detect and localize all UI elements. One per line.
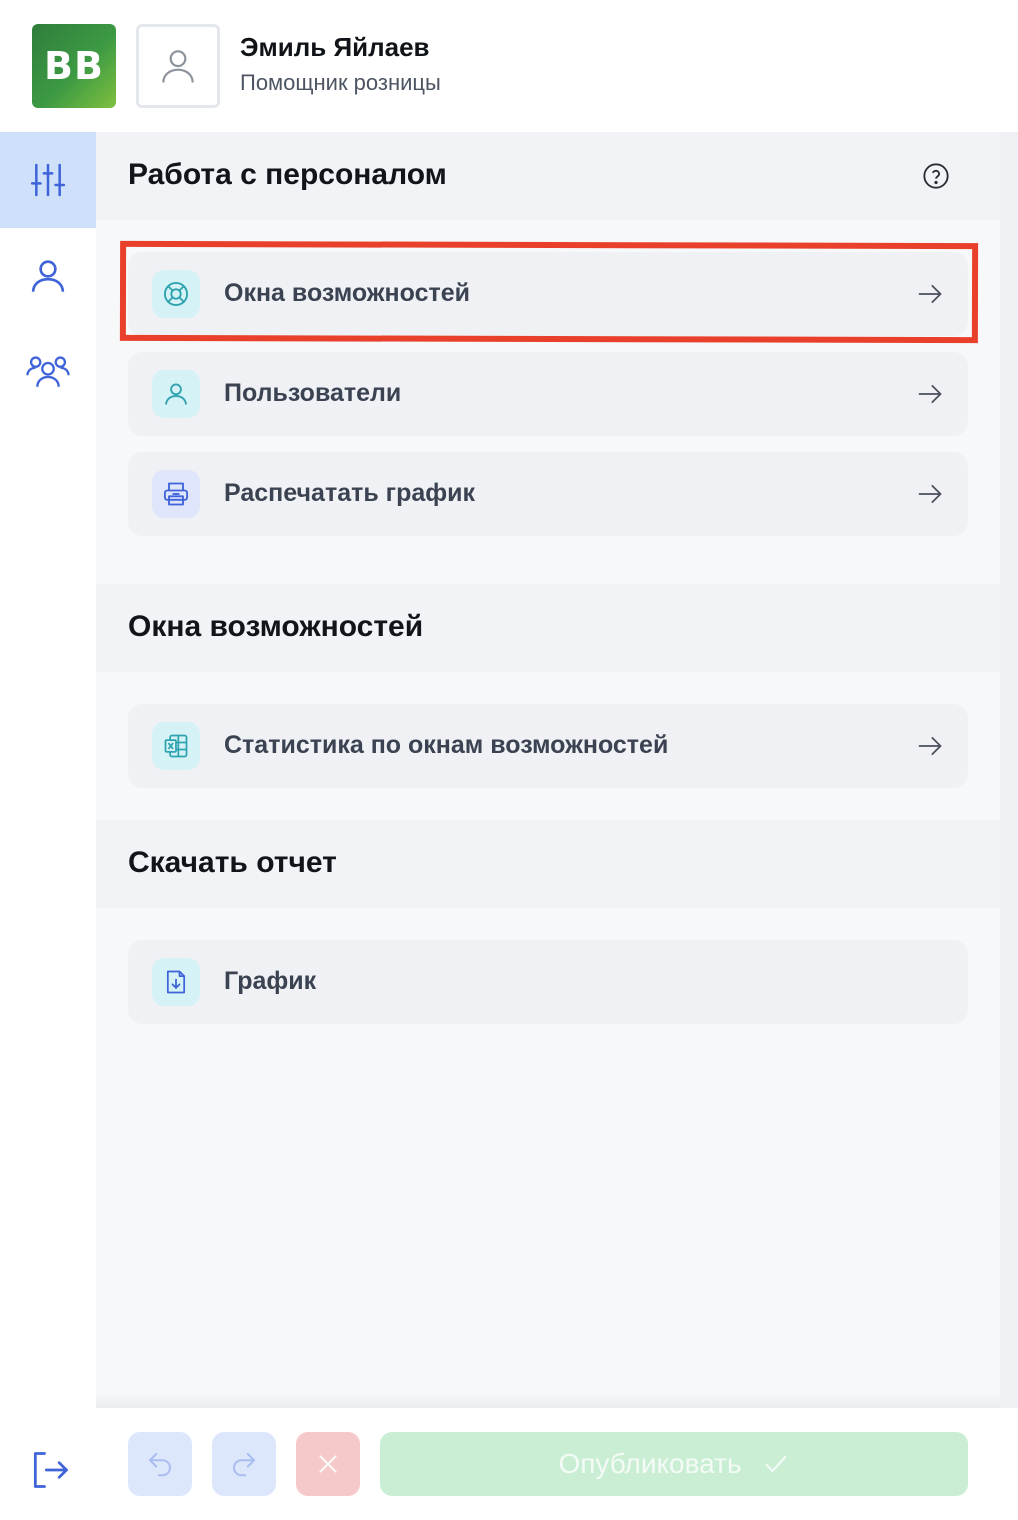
section-header-download-report: Скачать отчет bbox=[96, 820, 1000, 908]
item-label: Окна возможностей bbox=[224, 279, 470, 307]
avatar[interactable] bbox=[136, 24, 220, 108]
printer-icon bbox=[163, 482, 189, 506]
section-title: Окна возможностей bbox=[128, 610, 424, 643]
item-label: График bbox=[224, 967, 317, 995]
section-title: Скачать отчет bbox=[128, 846, 337, 879]
sliders-icon bbox=[30, 163, 66, 197]
publish-label: Опубликовать bbox=[558, 1448, 742, 1479]
item-icon-wrap bbox=[152, 958, 200, 1006]
bottom-shadow bbox=[96, 1392, 1000, 1408]
user-avatar-icon bbox=[162, 50, 194, 83]
file-download-icon bbox=[166, 970, 186, 994]
item-icon-wrap bbox=[152, 270, 200, 318]
close-icon bbox=[319, 1455, 337, 1473]
menu-item-opportunity-windows[interactable]: Окна возможностей bbox=[128, 252, 968, 336]
section-header-staff: Работа с персоналом bbox=[96, 132, 1000, 220]
undo-icon bbox=[149, 1453, 171, 1477]
left-rail bbox=[0, 132, 96, 1520]
item-icon-wrap bbox=[152, 722, 200, 770]
app-header: BB Эмиль Яйлаев Помощник розницы bbox=[0, 0, 1018, 132]
logout-icon[interactable] bbox=[28, 1448, 72, 1492]
menu-item-users[interactable]: Пользователи bbox=[128, 352, 968, 436]
menu-item-opportunity-stats[interactable]: Статистика по окнам возможностей bbox=[128, 704, 968, 788]
users-icon bbox=[26, 356, 70, 387]
user-icon bbox=[31, 260, 65, 292]
item-label: Статистика по окнам возможностей bbox=[224, 731, 669, 759]
cancel-button[interactable] bbox=[296, 1432, 360, 1496]
arrow-right-icon bbox=[918, 384, 942, 404]
arrow-right-icon bbox=[918, 484, 942, 504]
section-title: Работа с персоналом bbox=[128, 158, 447, 191]
user-name: Эмиль Яйлаев bbox=[240, 32, 430, 62]
check-icon bbox=[765, 1455, 786, 1473]
redo-button[interactable] bbox=[212, 1432, 276, 1496]
undo-button[interactable] bbox=[128, 1432, 192, 1496]
arrow-right-icon bbox=[918, 284, 942, 304]
publish-button[interactable]: Опубликовать bbox=[380, 1432, 968, 1496]
excel-icon bbox=[164, 734, 188, 758]
user-role: Помощник розницы bbox=[240, 70, 441, 95]
help-icon[interactable] bbox=[922, 162, 950, 190]
menu-item-print-schedule[interactable]: Распечатать график bbox=[128, 452, 968, 536]
menu-item-schedule-download[interactable]: График bbox=[128, 940, 968, 1024]
item-label: Распечатать график bbox=[224, 479, 476, 507]
section-header-opportunity-windows: Окна возможностей bbox=[96, 584, 1000, 672]
rail-item-profile[interactable] bbox=[0, 228, 96, 324]
rail-item-team[interactable] bbox=[0, 324, 96, 420]
rail-item-settings[interactable] bbox=[0, 132, 96, 228]
scrollbar[interactable] bbox=[1000, 132, 1018, 1408]
item-icon-wrap bbox=[152, 370, 200, 418]
user-icon bbox=[165, 383, 187, 405]
arrow-right-icon bbox=[918, 736, 942, 756]
lifebuoy-icon bbox=[163, 281, 189, 307]
item-label: Пользователи bbox=[224, 379, 402, 407]
brand-logo: BB bbox=[32, 24, 116, 108]
redo-icon bbox=[233, 1453, 255, 1477]
item-icon-wrap bbox=[152, 470, 200, 518]
